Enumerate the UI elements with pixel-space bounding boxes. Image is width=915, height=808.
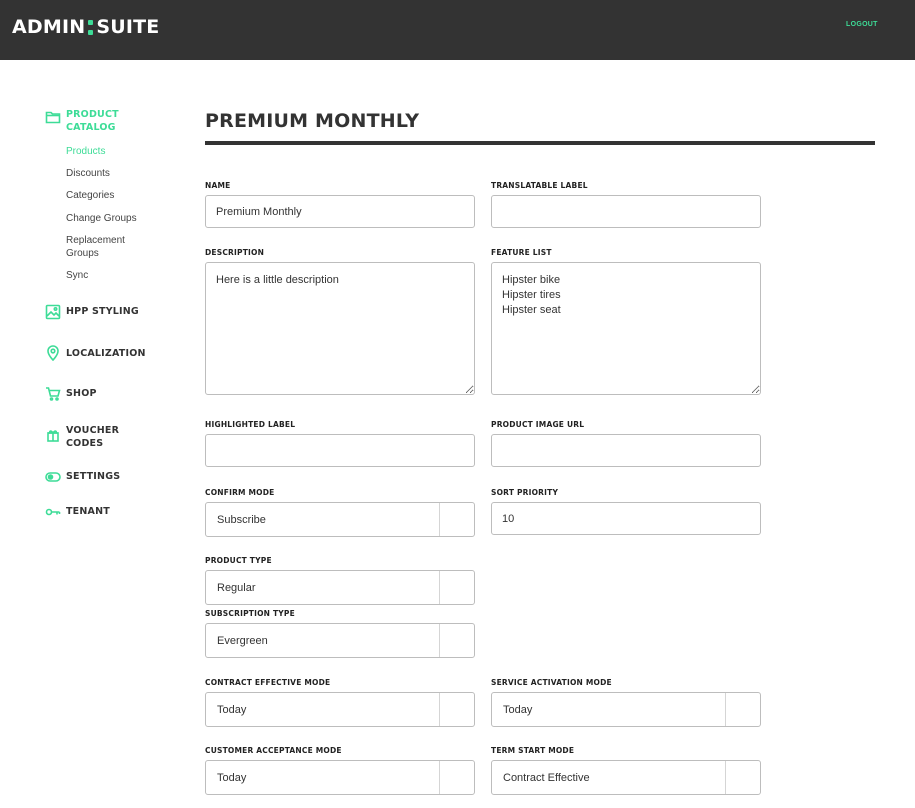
sidebar-item-change-groups[interactable]: Change Groups xyxy=(66,212,156,225)
sidebar-item-categories[interactable]: Categories xyxy=(66,189,156,202)
sidebar-item-sync[interactable]: Sync xyxy=(66,269,156,282)
sidebar-section-label: SETTINGS xyxy=(66,471,121,482)
name-input[interactable] xyxy=(205,195,475,228)
key-icon xyxy=(44,503,61,520)
logout-link[interactable]: LOGOUT xyxy=(846,21,878,28)
dropdown-toggle[interactable] xyxy=(725,761,760,794)
subscription-type-label: SUBSCRIPTION TYPE xyxy=(205,609,295,618)
service-activation-mode-select[interactable]: Today xyxy=(491,692,761,727)
logo-text-left: ADMIN xyxy=(12,16,86,38)
cart-icon xyxy=(44,385,61,402)
service-activation-mode-value: Today xyxy=(503,703,533,716)
feature-list-label: FEATURE LIST xyxy=(491,248,552,257)
highlighted-label-input[interactable] xyxy=(205,434,475,467)
folder-icon xyxy=(44,108,61,125)
description-label: DESCRIPTION xyxy=(205,248,265,257)
confirm-mode-select[interactable]: Subscribe xyxy=(205,502,475,537)
sidebar-section-label: PRODUCT CATALOG xyxy=(66,109,119,133)
customer-acceptance-mode-select[interactable]: Today xyxy=(205,760,475,795)
term-start-mode-label: TERM START MODE xyxy=(491,746,575,755)
subscription-type-select[interactable]: Evergreen xyxy=(205,623,475,658)
sidebar-section-label: LOCALIZATION xyxy=(66,348,146,359)
gift-icon xyxy=(44,426,61,443)
dropdown-toggle[interactable] xyxy=(439,503,474,536)
dropdown-toggle[interactable] xyxy=(439,693,474,726)
sidebar-section-label: HPP STYLING xyxy=(66,306,139,317)
toggle-icon xyxy=(44,468,61,485)
image-icon xyxy=(44,303,61,320)
translatable-label-input[interactable] xyxy=(491,195,761,228)
contract-effective-mode-label: CONTRACT EFFECTIVE MODE xyxy=(205,678,331,687)
sidebar-section-localization[interactable]: LOCALIZATION xyxy=(44,344,156,361)
sort-priority-input[interactable] xyxy=(491,502,761,535)
top-bar: ADMIN SUITE LOGOUT xyxy=(0,0,915,60)
app-logo[interactable]: ADMIN SUITE xyxy=(12,16,159,38)
contract-effective-mode-value: Today xyxy=(217,703,247,716)
highlighted-label-label: HIGHLIGHTED LABEL xyxy=(205,420,296,429)
sidebar-section-shop[interactable]: SHOP xyxy=(44,385,156,402)
product-type-select[interactable]: Regular xyxy=(205,570,475,605)
sidebar-section-label: SHOP xyxy=(66,388,97,399)
confirm-mode-label: CONFIRM MODE xyxy=(205,488,275,497)
sidebar-item-replacement-groups[interactable]: Replacement Groups xyxy=(66,234,136,260)
subscription-type-value: Evergreen xyxy=(217,634,268,647)
logo-text-right: SUITE xyxy=(96,16,160,38)
feature-list-textarea[interactable]: Hipster bike Hipster tires Hipster seat xyxy=(491,262,761,395)
title-divider xyxy=(205,141,875,145)
sidebar-section-label: TENANT xyxy=(66,506,110,517)
page-title: PREMIUM MONTHLY xyxy=(205,110,420,132)
map-pin-icon xyxy=(44,344,61,361)
sidebar-item-discounts[interactable]: Discounts xyxy=(66,167,156,180)
sidebar-section-product-catalog[interactable]: PRODUCT CATALOG xyxy=(44,108,156,134)
dropdown-toggle[interactable] xyxy=(439,761,474,794)
term-start-mode-value: Contract Effective xyxy=(503,771,590,784)
service-activation-mode-label: SERVICE ACTIVATION MODE xyxy=(491,678,612,687)
sidebar-section-voucher-codes[interactable]: VOUCHER CODES xyxy=(44,424,126,450)
customer-acceptance-mode-label: CUSTOMER ACCEPTANCE MODE xyxy=(205,746,342,755)
sidebar-item-products[interactable]: Products xyxy=(66,145,156,158)
confirm-mode-value: Subscribe xyxy=(217,513,266,526)
product-type-label: PRODUCT TYPE xyxy=(205,556,272,565)
dropdown-toggle[interactable] xyxy=(439,624,474,657)
name-label: NAME xyxy=(205,181,231,190)
product-image-url-label: PRODUCT IMAGE URL xyxy=(491,420,585,429)
product-image-url-input[interactable] xyxy=(491,434,761,467)
dropdown-toggle[interactable] xyxy=(439,571,474,604)
description-textarea[interactable]: Here is a little description xyxy=(205,262,475,395)
product-type-value: Regular xyxy=(217,581,256,594)
sort-priority-label: SORT PRIORITY xyxy=(491,488,559,497)
sidebar-section-hpp-styling[interactable]: HPP STYLING xyxy=(44,303,156,320)
sidebar-section-settings[interactable]: SETTINGS xyxy=(44,468,156,485)
sidebar-section-label: VOUCHER CODES xyxy=(66,425,120,449)
term-start-mode-select[interactable]: Contract Effective xyxy=(491,760,761,795)
logo-separator xyxy=(88,19,94,35)
contract-effective-mode-select[interactable]: Today xyxy=(205,692,475,727)
dropdown-toggle[interactable] xyxy=(725,693,760,726)
sidebar-section-tenant[interactable]: TENANT xyxy=(44,503,156,520)
customer-acceptance-mode-value: Today xyxy=(217,771,247,784)
translatable-label-label: TRANSLATABLE LABEL xyxy=(491,181,588,190)
